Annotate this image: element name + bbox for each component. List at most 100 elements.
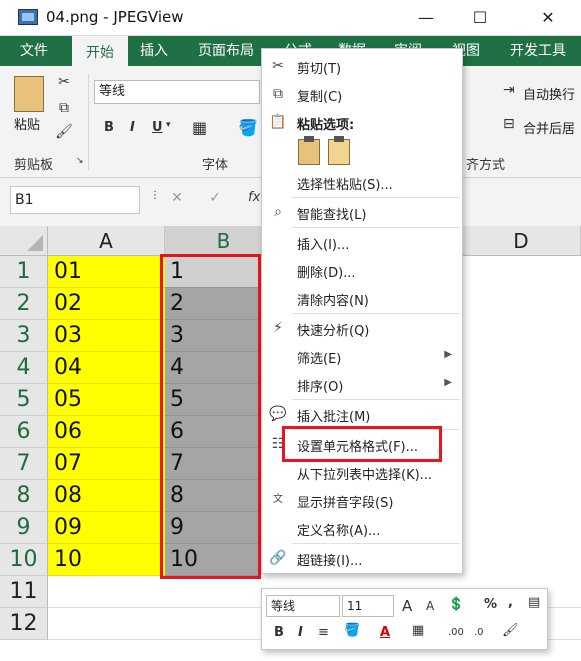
- menu-item-define-name[interactable]: 定义名称(A)...: [262, 515, 462, 543]
- row-header[interactable]: 8: [0, 480, 48, 512]
- mini-italic-button[interactable]: I: [298, 625, 303, 640]
- paste-button[interactable]: 粘贴: [14, 114, 40, 133]
- cell-a[interactable]: 09: [48, 512, 165, 544]
- menu-item-filter[interactable]: 筛选(E) ▶: [262, 343, 462, 371]
- row-header[interactable]: 2: [0, 288, 48, 320]
- cell-a[interactable]: 07: [48, 448, 165, 480]
- increase-font-size-button[interactable]: A: [402, 597, 412, 615]
- menu-item-smart-lookup[interactable]: ⌕ 智能查找(L): [262, 199, 462, 227]
- close-button[interactable]: ✕: [526, 4, 570, 32]
- row-header[interactable]: 4: [0, 352, 48, 384]
- merge-center-button[interactable]: 合并后居: [523, 118, 575, 137]
- menu-item-clear-contents[interactable]: 清除内容(N): [262, 285, 462, 313]
- mini-font-name-select[interactable]: 等线: [266, 595, 340, 617]
- name-box[interactable]: B1: [10, 186, 140, 214]
- mini-bold-button[interactable]: B: [274, 625, 284, 640]
- menu-item-sort[interactable]: 排序(O) ▶: [262, 371, 462, 399]
- menu-item-quick-analysis[interactable]: ⚡ 快速分析(Q): [262, 315, 462, 343]
- menu-item-cut[interactable]: ✂ 剪切(T): [262, 53, 462, 81]
- menu-label: 定义名称(A)...: [297, 524, 381, 539]
- cell-a[interactable]: 05: [48, 384, 165, 416]
- select-all-button[interactable]: [0, 226, 48, 256]
- fill-color-icon[interactable]: 🪣: [238, 118, 258, 137]
- row-header[interactable]: 7: [0, 448, 48, 480]
- column-header-d[interactable]: D: [462, 226, 581, 256]
- submenu-arrow-icon: ▶: [444, 349, 452, 360]
- menu-item-pick-from-list[interactable]: 从下拉列表中选择(K)...: [262, 459, 462, 487]
- copy-icon[interactable]: ⧉: [54, 100, 74, 116]
- mini-font-size-select[interactable]: 11: [342, 595, 394, 617]
- cell-a[interactable]: 10: [48, 544, 165, 576]
- clipboard-group-label: 剪贴板: [14, 158, 54, 173]
- minimize-button[interactable]: —: [404, 4, 448, 32]
- increase-decimal-button[interactable]: .00: [448, 627, 464, 638]
- tab-insert[interactable]: 插入: [132, 36, 176, 66]
- row-header[interactable]: 1: [0, 256, 48, 288]
- insert-function-icon[interactable]: fx: [248, 190, 260, 205]
- row-header[interactable]: 10: [0, 544, 48, 576]
- format-painter-icon[interactable]: 🖌: [54, 124, 74, 140]
- menu-item-insert[interactable]: 插入(I)...: [262, 229, 462, 257]
- cell-a[interactable]: 01: [48, 256, 165, 288]
- cell-a[interactable]: 03: [48, 320, 165, 352]
- currency-format-icon[interactable]: 💲: [448, 597, 464, 612]
- menu-item-insert-comment[interactable]: 💬 插入批注(M): [262, 401, 462, 429]
- align-center-icon[interactable]: ≡: [318, 625, 329, 640]
- paste-values-icon[interactable]: [328, 136, 350, 165]
- menu-item-paste-special[interactable]: 选择性粘贴(S)...: [262, 169, 462, 197]
- row-header[interactable]: 3: [0, 320, 48, 352]
- merge-center-icon[interactable]: ⊟: [503, 116, 515, 132]
- cancel-icon[interactable]: ✕: [170, 190, 184, 206]
- quick-analysis-icon: ⚡: [273, 320, 283, 336]
- fill-color-icon[interactable]: 🪣: [344, 623, 360, 638]
- row-header[interactable]: 11: [0, 576, 48, 608]
- row-header[interactable]: 5: [0, 384, 48, 416]
- percent-style-button[interactable]: %: [484, 597, 497, 612]
- tab-page-layout[interactable]: 页面布局: [190, 36, 262, 66]
- menu-item-phonetic[interactable]: 文 显示拼音字段(S): [262, 487, 462, 515]
- menu-item-delete[interactable]: 删除(D)...: [262, 257, 462, 285]
- italic-button[interactable]: I: [130, 120, 135, 135]
- tab-file[interactable]: 文件: [8, 36, 60, 66]
- wrap-text-button[interactable]: 自动换行: [523, 84, 575, 103]
- window-title: 04.png - JPEGView: [46, 8, 184, 26]
- menu-label: 从下拉列表中选择(K)...: [297, 468, 433, 483]
- decrease-decimal-button[interactable]: .0: [474, 627, 484, 638]
- menu-item-hyperlink[interactable]: 🔗 超链接(I)...: [262, 545, 462, 573]
- highlight-box-format-cells: [282, 426, 442, 462]
- enter-icon[interactable]: ✓: [208, 190, 222, 206]
- row-header[interactable]: 9: [0, 512, 48, 544]
- font-name-select[interactable]: 等线: [94, 80, 260, 104]
- menu-label: 显示拼音字段(S): [297, 496, 394, 511]
- paste-option-icon[interactable]: [298, 136, 320, 165]
- tab-developer[interactable]: 开发工具: [502, 36, 574, 66]
- border-icon[interactable]: ▦: [192, 118, 207, 137]
- borders-icon[interactable]: ▦: [412, 623, 424, 638]
- tab-home[interactable]: 开始: [72, 36, 128, 66]
- more-icon: ⋮: [150, 190, 160, 201]
- maximize-button[interactable]: ☐: [458, 4, 502, 32]
- comma-style-button[interactable]: ,: [508, 595, 513, 610]
- format-painter-icon[interactable]: 🖌: [502, 623, 519, 638]
- phonetic-icon: 文: [273, 494, 283, 505]
- app-window: 04.png - JPEGView — ☐ ✕ 文件 开始 插入 页面布局 公式…: [0, 0, 581, 661]
- font-color-button[interactable]: A: [380, 625, 390, 640]
- menu-item-copy[interactable]: ⧉ 复制(C): [262, 81, 462, 109]
- wrap-text-icon[interactable]: ⇥: [503, 82, 515, 98]
- row-header[interactable]: 6: [0, 416, 48, 448]
- chevron-down-icon[interactable]: ▾: [166, 120, 171, 130]
- row-header[interactable]: 12: [0, 608, 48, 640]
- cell-a[interactable]: 08: [48, 480, 165, 512]
- paste-icon[interactable]: [14, 76, 44, 112]
- format-icon[interactable]: ▤: [528, 595, 540, 610]
- decrease-font-size-button[interactable]: A: [426, 599, 434, 613]
- column-header-a[interactable]: A: [48, 226, 165, 256]
- cell-a[interactable]: 02: [48, 288, 165, 320]
- cell-a[interactable]: 04: [48, 352, 165, 384]
- cut-icon[interactable]: ✂: [54, 74, 74, 90]
- cell-a[interactable]: 06: [48, 416, 165, 448]
- dialog-launcher-icon[interactable]: ↘: [76, 156, 84, 166]
- underline-button[interactable]: U: [152, 120, 163, 135]
- paste-icon: 📋: [269, 114, 287, 130]
- bold-button[interactable]: B: [104, 120, 114, 135]
